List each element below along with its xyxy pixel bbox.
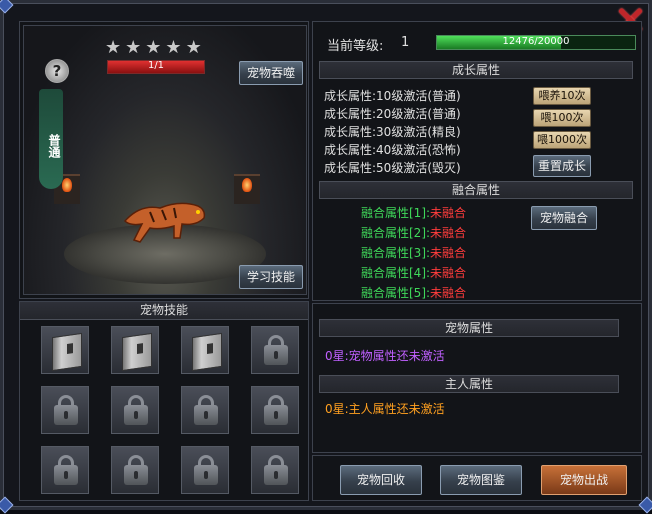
growth-title: 成长属性 (319, 61, 633, 79)
fusion-row: 融合属性[1]:未融合 (361, 204, 466, 221)
owner-attr-title: 主人属性 (319, 375, 619, 393)
growth-row: 成长属性:20级激活(普通) (324, 107, 461, 121)
fusion-row-status: 未融合 (430, 206, 467, 220)
deploy-button[interactable]: 宠物出战 (541, 465, 627, 495)
feed-100-button[interactable]: 喂100次 (533, 109, 591, 127)
level-label: 当前等级: (327, 39, 384, 54)
keyhole-icon (274, 471, 278, 479)
skill-slot-locked[interactable] (111, 446, 159, 494)
star-icon: ★ (105, 37, 126, 58)
keyhole-icon (274, 411, 278, 419)
skill-slot-locked[interactable] (181, 386, 229, 434)
grade-banner: 普通 (39, 89, 63, 189)
growth-row: 成长属性:30级激活(精良) (324, 125, 461, 139)
pet-window: 小狼 ? 普通 ★★★★★ 1/1 宠物吞噬 学习技能 宠物技能 当前等级: 1… (0, 0, 652, 514)
help-icon[interactable]: ? (45, 59, 69, 83)
skill-slot-locked[interactable] (41, 446, 89, 494)
keyhole-icon (134, 411, 138, 419)
pet-hp-bar: 1/1 (107, 60, 205, 74)
reset-growth-button[interactable]: 重置成长 (533, 155, 591, 177)
pet-hp-text: 1/1 (147, 60, 165, 71)
skill-slot-locked[interactable] (251, 446, 299, 494)
exp-text: 12476/20000 (502, 36, 570, 47)
skill-slot-locked[interactable] (111, 386, 159, 434)
flame-icon (242, 178, 252, 192)
star-icon: ★ (185, 37, 206, 58)
pet-attr-title: 宠物属性 (319, 319, 619, 337)
exp-bar: 12476/20000 (436, 35, 636, 50)
keyhole-icon (64, 471, 68, 479)
fusion-title: 融合属性 (319, 181, 633, 199)
star-icon: ★ (145, 37, 166, 58)
level-value: 1 (401, 35, 410, 50)
atlas-button[interactable]: 宠物图鉴 (440, 465, 522, 495)
skill-slot-locked[interactable] (251, 386, 299, 434)
skill-slot-book[interactable] (41, 326, 89, 374)
learn-skill-button[interactable]: 学习技能 (239, 265, 303, 289)
fusion-row-label: 融合属性[3]: (361, 246, 431, 260)
pet-attr-text: 0星:宠物属性还未激活 (325, 349, 445, 363)
feed-1000-button[interactable]: 喂1000次 (533, 131, 591, 149)
pet-tiger-image (123, 202, 206, 243)
fusion-row-label: 融合属性[1]: (361, 206, 431, 220)
growth-row: 成长属性:40级激活(恐怖) (324, 143, 461, 157)
skills-title: 宠物技能 (20, 302, 308, 320)
skill-slot-locked[interactable] (181, 446, 229, 494)
corner-ornament (0, 0, 14, 14)
fusion-row: 融合属性[2]:未融合 (361, 224, 466, 241)
recycle-button[interactable]: 宠物回收 (340, 465, 422, 495)
devour-button[interactable]: 宠物吞噬 (239, 61, 303, 85)
fusion-row-label: 融合属性[4]: (361, 266, 431, 280)
skill-slot-book[interactable] (111, 326, 159, 374)
fusion-row-label: 融合属性[2]: (361, 226, 431, 240)
growth-row: 成长属性:50级激活(毁灭) (324, 161, 461, 175)
keyhole-icon (204, 411, 208, 419)
fusion-row-status: 未融合 (430, 226, 467, 240)
star-icon: ★ (125, 37, 146, 58)
skill-slot-locked[interactable] (41, 386, 89, 434)
fusion-row: 融合属性[3]:未融合 (361, 244, 466, 261)
corner-ornament (0, 496, 14, 514)
skill-book-icon (122, 332, 152, 372)
fusion-row-status: 未融合 (430, 246, 467, 260)
skill-slot-locked[interactable] (251, 326, 299, 374)
skill-slot-book[interactable] (181, 326, 229, 374)
skill-book-icon (52, 332, 82, 372)
star-icon: ★ (165, 37, 186, 58)
fusion-row: 融合属性[4]:未融合 (361, 264, 466, 281)
keyhole-icon (204, 471, 208, 479)
growth-row: 成长属性:10级激活(普通) (324, 89, 461, 103)
owner-attr-text: 0星:主人属性还未激活 (325, 402, 445, 416)
skill-book-icon (192, 332, 222, 372)
flame-icon (62, 178, 72, 192)
fuse-button[interactable]: 宠物融合 (531, 206, 597, 230)
keyhole-icon (64, 411, 68, 419)
feed-10-button[interactable]: 喂养10次 (533, 87, 591, 105)
fusion-row-label: 融合属性[5]: (361, 286, 431, 300)
fusion-row-status: 未融合 (430, 286, 467, 300)
keyhole-icon (134, 471, 138, 479)
star-rating: ★★★★★ (105, 37, 206, 58)
fusion-row-status: 未融合 (430, 266, 467, 280)
fusion-row: 融合属性[5]:未融合 (361, 284, 466, 301)
keyhole-icon (274, 351, 278, 359)
